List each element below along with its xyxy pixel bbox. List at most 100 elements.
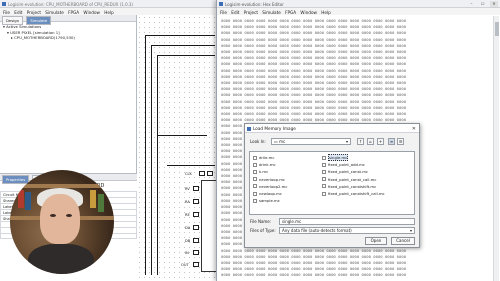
- book: [98, 194, 104, 212]
- main-menu-bar: File Edit Project Simulate FPGA Window H…: [0, 8, 215, 15]
- wire: [145, 35, 146, 275]
- new-folder-icon[interactable]: +: [377, 137, 384, 145]
- file-type-label: Files of Type:: [250, 228, 276, 233]
- wire: [151, 45, 152, 275]
- file-list-item[interactable]: fixed_point_constshift.mc: [322, 184, 376, 189]
- file-list-item[interactable]: sample.mc: [253, 198, 280, 203]
- cancel-button[interactable]: Cancel: [391, 237, 415, 245]
- file-list-item[interactable]: k.mc: [253, 169, 268, 174]
- output-pin[interactable]: [193, 262, 199, 267]
- clock-pin[interactable]: [207, 171, 213, 176]
- maximize-icon[interactable]: ☐: [479, 1, 487, 7]
- canvas-label-db: DB: [185, 239, 191, 243]
- presenter-eye: [50, 214, 56, 217]
- file-list-item[interactable]: drink.mc: [253, 162, 276, 167]
- canvas-label-out: OUT: [181, 263, 189, 267]
- tab-properties[interactable]: Properties: [2, 175, 30, 184]
- menu-file[interactable]: File: [3, 10, 10, 15]
- details-view-icon[interactable]: ☰: [397, 137, 404, 145]
- scroll-thumb[interactable]: [495, 22, 499, 36]
- close-icon[interactable]: ✕: [412, 126, 416, 132]
- clock-pin[interactable]: [199, 171, 205, 176]
- wire: [157, 55, 158, 275]
- file-list-item[interactable]: fixed_point_add.mc: [322, 162, 365, 167]
- hex-menu-bar: File Edit Project Simulate FPGA Window H…: [217, 8, 500, 15]
- wire: [151, 45, 215, 46]
- main-window-title: Logisim-evolution: CPU_MOTHERBOARD of CP…: [8, 1, 133, 7]
- close-icon[interactable]: ✕: [490, 1, 498, 7]
- input-pin[interactable]: [193, 212, 199, 217]
- file-icon: [322, 177, 326, 182]
- presenter-webcam: [10, 170, 114, 274]
- menu-window[interactable]: Window: [83, 10, 100, 15]
- tree-cpu-motherboard[interactable]: ▸ CPU_MOTHERBOARD(1790,530): [3, 35, 133, 41]
- file-icon: [253, 177, 257, 182]
- file-icon: [253, 155, 257, 160]
- file-list-item[interactable]: newloop.mc: [253, 191, 282, 196]
- open-button[interactable]: Open: [365, 237, 387, 245]
- book: [25, 192, 31, 210]
- input-pin[interactable]: [193, 199, 199, 204]
- hex-window-title: Logisim-evolution: Hex Editor: [225, 1, 284, 7]
- file-list-item[interactable]: fixed_point_const.mc: [322, 169, 368, 174]
- input-pin[interactable]: [193, 225, 199, 230]
- canvas-label-in: IN: [185, 251, 189, 255]
- dialog-title: Load Memory Image: [253, 126, 296, 131]
- file-icon: [253, 184, 257, 189]
- menu-file[interactable]: File: [220, 10, 227, 15]
- presenter-face: [40, 194, 80, 244]
- input-pin[interactable]: [193, 186, 199, 191]
- file-list-item[interactable]: neverloop2.mc: [253, 184, 287, 189]
- file-list-item[interactable]: neverloop.mc: [253, 177, 285, 182]
- app-icon: [219, 2, 223, 6]
- file-list-item[interactable]: fixed_point_constshift_call.mc: [322, 191, 385, 196]
- list-view-icon[interactable]: ≡: [388, 137, 395, 145]
- input-pin[interactable]: [193, 250, 199, 255]
- menu-edit[interactable]: Edit: [14, 10, 22, 15]
- menu-help[interactable]: Help: [321, 10, 331, 15]
- up-folder-icon[interactable]: ↑: [357, 137, 364, 145]
- menu-project[interactable]: Project: [27, 10, 41, 15]
- file-icon: [253, 169, 257, 174]
- menu-edit[interactable]: Edit: [231, 10, 239, 15]
- presenter-eye: [66, 214, 72, 217]
- file-icon: [322, 155, 326, 160]
- canvas-label-re: RE: [185, 213, 190, 217]
- file-list-item[interactable]: drile.mc: [253, 155, 274, 160]
- book: [18, 190, 24, 208]
- file-name-input[interactable]: single.mc: [279, 217, 415, 225]
- menu-window[interactable]: Window: [300, 10, 317, 15]
- simulation-tree: ▾ Active Simulations ▾ USER PIXEL [simul…: [0, 22, 136, 43]
- file-list-item[interactable]: fixed_point_const_call.mc: [322, 177, 376, 182]
- file-type-select[interactable]: Any data file (auto-detects format) ▾: [279, 226, 415, 234]
- window-controls: – ☐ ✕: [465, 1, 498, 7]
- minimize-icon[interactable]: –: [467, 1, 475, 7]
- load-memory-dialog: Load Memory Image ✕ Look In: ▭ mc ▾ ↑ ⌂ …: [244, 123, 420, 248]
- hex-title-bar: Logisim-evolution: Hex Editor – ☐ ✕: [217, 0, 500, 8]
- menu-project[interactable]: Project: [244, 10, 258, 15]
- dialog-title-bar: Load Memory Image ✕: [245, 124, 419, 133]
- canvas-label-clk: CLK: [185, 172, 192, 176]
- input-pin[interactable]: [193, 238, 199, 243]
- wire: [157, 55, 215, 56]
- menu-help[interactable]: Help: [104, 10, 114, 15]
- menu-simulate[interactable]: Simulate: [262, 10, 281, 15]
- presenter-shirt: [28, 244, 94, 274]
- canvas-label-da: DA: [185, 226, 191, 230]
- look-in-label: Look In:: [250, 139, 266, 144]
- app-icon: [2, 2, 6, 6]
- file-icon: [253, 162, 257, 167]
- file-name-label: File Name:: [250, 219, 272, 224]
- chevron-down-icon: ▾: [345, 139, 348, 144]
- menu-simulate[interactable]: Simulate: [45, 10, 64, 15]
- menu-fpga[interactable]: FPGA: [68, 10, 79, 15]
- menu-fpga[interactable]: FPGA: [285, 10, 296, 15]
- file-icon: [253, 198, 257, 203]
- look-in-select[interactable]: ▭ mc ▾: [271, 137, 351, 145]
- file-icon: [322, 191, 326, 196]
- canvas-label-rv: RV: [185, 187, 190, 191]
- hex-scrollbar[interactable]: [493, 16, 499, 281]
- file-list-item[interactable]: single.mc: [322, 154, 349, 161]
- app-icon: [247, 126, 251, 131]
- home-icon[interactable]: ⌂: [367, 137, 374, 145]
